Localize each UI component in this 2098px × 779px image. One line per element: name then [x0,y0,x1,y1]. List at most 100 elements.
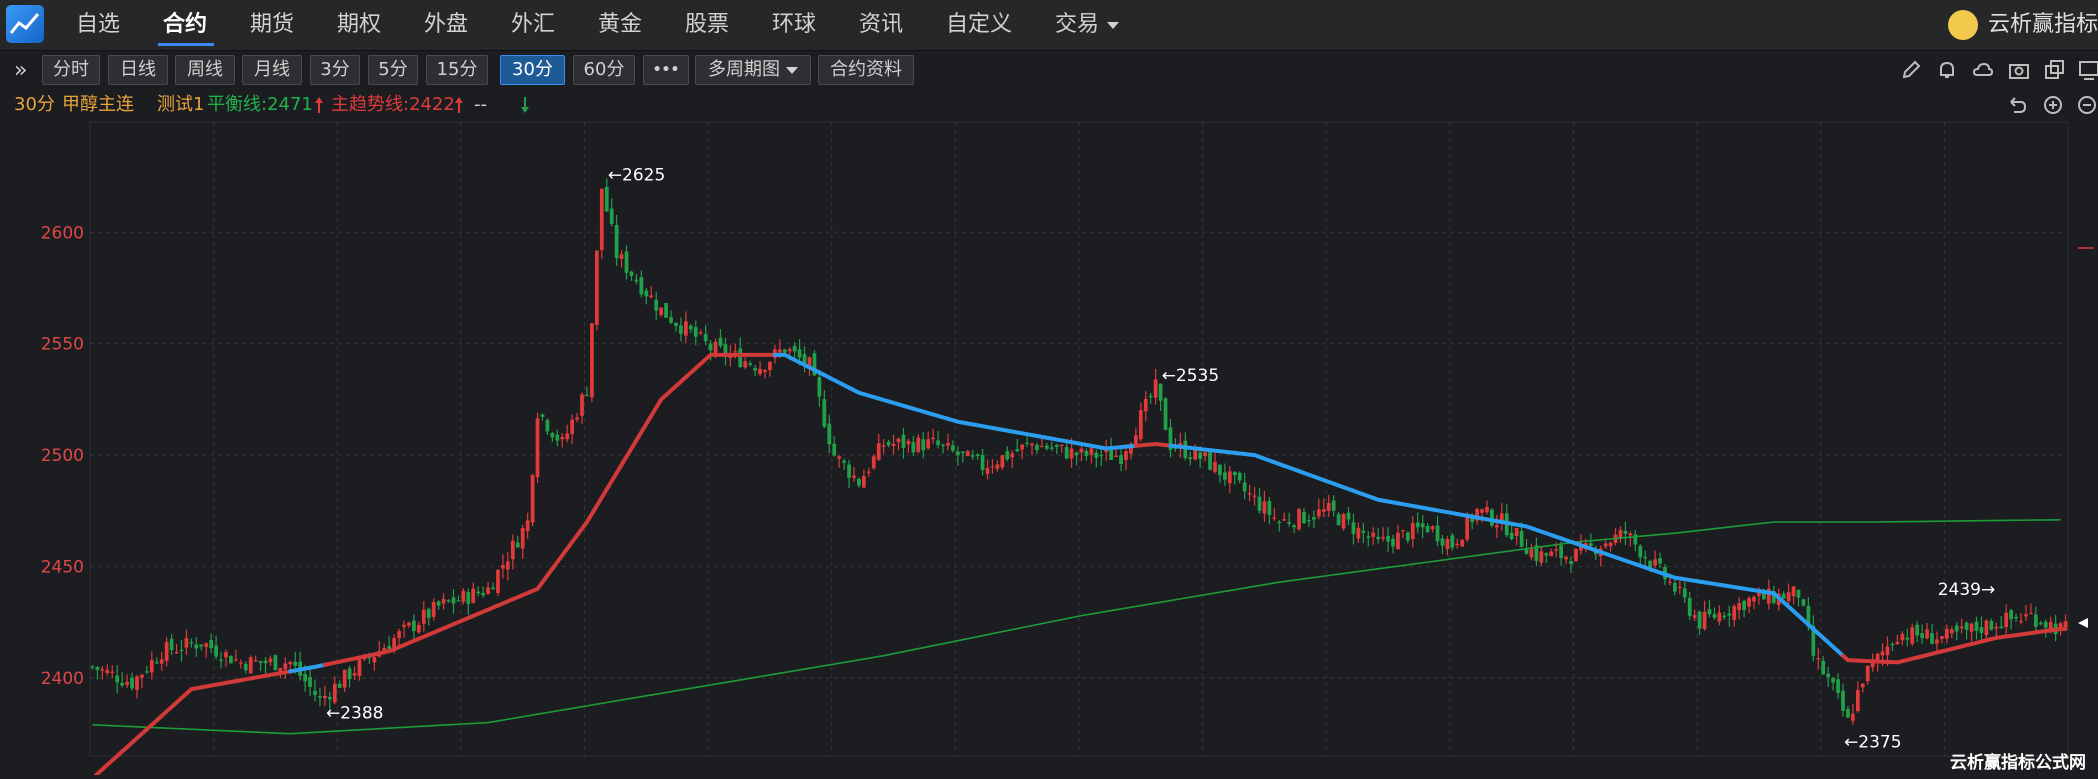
candle-body [1158,383,1163,401]
candle-body [1846,708,1850,718]
candle-body [792,345,797,352]
candle-body [1064,446,1069,459]
candle-body [332,684,337,703]
candle-body [95,666,100,670]
current-price-arrow-icon [2078,618,2088,628]
nav-item-trade[interactable]: 交易 [1055,10,1120,40]
candle-body [1302,511,1306,524]
candle-body [1208,451,1212,470]
candle-body [1035,444,1039,451]
candle-body [397,631,401,639]
nav-item-futures[interactable]: 期货 [250,10,294,40]
contract-name: 甲醇主连 [62,94,134,115]
candle-body [1010,453,1015,458]
candle-body [1346,512,1351,520]
bell-icon[interactable] [1936,59,1958,81]
nav-item-gold[interactable]: 黄金 [598,10,642,40]
kline-chart[interactable]: 2400 2450 2500 2550 2600 ←2625 ←2388 ←2535 ←2375… [0,120,2098,779]
candle-body [1257,496,1262,511]
top-navigation: 自选 合约 期货 期权 外盘 外汇 黄金 股票 环球 资讯 自定义 交易 云析赢… [0,0,2098,51]
candle-body [1509,532,1514,540]
period-60min-button[interactable]: 60分 [573,55,635,85]
candle-body [1544,553,1549,556]
candle-body [1944,629,1949,639]
period-day-button[interactable]: 日线 [108,55,168,85]
period-30min-button[interactable]: 30分 [500,55,565,85]
trend-line-up-segment [1133,441,1173,448]
nav-item-forex[interactable]: 外汇 [511,10,555,40]
nav-item-foreign-market[interactable]: 外盘 [424,10,468,40]
candle-body [130,677,134,689]
candle-body [1262,501,1267,514]
zoom-in-icon[interactable] [2042,94,2064,116]
candle-body [451,597,456,604]
candle-body [876,443,881,461]
candle-body [327,696,332,700]
candle-body [777,349,782,353]
period-3min-button[interactable]: 3分 [310,55,360,85]
candle-body [283,663,288,670]
undo-icon[interactable] [2006,94,2028,116]
candle-body [412,620,416,632]
period-15min-button[interactable]: 15分 [426,55,488,85]
candle-body [169,639,174,651]
candle-body [1979,627,1984,633]
candle-body [352,673,357,676]
candle-body [1099,454,1104,457]
indicator-name[interactable]: 测试1 [157,90,204,120]
candle-body [550,432,555,438]
candle-body [787,349,792,352]
candle-body [857,478,861,486]
candle-body [1648,561,1653,568]
candle-body [1203,452,1207,457]
candle-body [1717,612,1722,622]
nav-item-news[interactable]: 资讯 [859,10,903,40]
candle-body [1371,532,1376,537]
zoom-out-icon[interactable] [2076,94,2098,116]
candle-body [1569,560,1573,565]
price-annotation: ←2535 [1162,366,1220,386]
candle-body [204,643,209,648]
brand-account[interactable]: 云析赢指标 [1944,8,2098,42]
candle-body [822,399,827,427]
candle-body [1252,495,1257,497]
candle-body [1114,455,1118,458]
candle-body [1969,623,1974,632]
candle-body [1277,521,1282,524]
candle-body [560,437,565,440]
kline-chart-panel[interactable]: 2400 2450 2500 2550 2600 ←2625 ←2388 ←2535 ←2375… [0,120,2098,779]
candle-body [842,460,846,463]
expand-sidebar-icon[interactable]: » [14,58,27,83]
period-5min-button[interactable]: 5分 [368,55,418,85]
brand-name: 云析赢指标 [1987,12,2098,37]
nav-item-watchlist[interactable]: 自选 [76,10,120,40]
candle-body [1138,410,1143,440]
candle-body [1094,452,1099,458]
candle-body [491,587,495,590]
copy-window-icon[interactable] [2044,59,2066,81]
candle-body [1747,598,1751,607]
more-periods-button[interactable]: ••• [643,55,689,85]
candle-body [288,661,293,665]
nav-item-custom[interactable]: 自定义 [946,10,1012,40]
period-month-button[interactable]: 月线 [242,55,302,85]
candle-body [293,661,298,666]
period-toolbar: » 分时 日线 周线 月线 3分 5分 15分 30分 60分 ••• 多周期图… [0,50,2098,90]
contract-info-button[interactable]: 合约资料 [818,55,914,85]
nav-item-global[interactable]: 环球 [772,10,816,40]
nav-item-stocks[interactable]: 股票 [685,10,729,40]
period-week-button[interactable]: 周线 [175,55,235,85]
balance-line [92,518,2061,735]
monitor-icon[interactable] [2078,59,2098,81]
candle-body [1682,588,1687,598]
candle-body [654,299,659,311]
camera-icon[interactable] [2008,59,2030,81]
cloud-icon[interactable] [1972,59,1994,81]
period-minute-button[interactable]: 分时 [42,55,100,85]
nav-item-options[interactable]: 期权 [337,10,381,40]
multi-period-dropdown[interactable]: 多周期图 [695,55,811,85]
candle-body [1880,651,1885,656]
pen-icon[interactable] [1900,59,1922,81]
nav-item-contract[interactable]: 合约 [163,10,207,40]
candle-body [2029,612,2033,615]
